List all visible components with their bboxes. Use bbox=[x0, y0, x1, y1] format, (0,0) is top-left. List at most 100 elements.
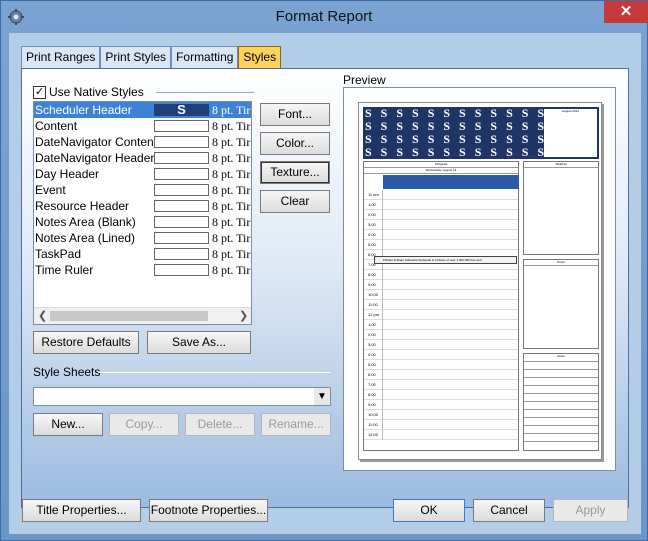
time-row: 7:00 bbox=[364, 380, 518, 390]
mini-calendar: August 2014 bbox=[544, 109, 597, 157]
time-row: 9:00 bbox=[364, 400, 518, 410]
tab-styles[interactable]: Styles bbox=[238, 46, 282, 68]
divider bbox=[156, 92, 254, 93]
footnote-properties-button[interactable]: Footnote Properties... bbox=[149, 499, 268, 522]
preview-label: Preview bbox=[343, 73, 386, 87]
time-row: 6:00 bbox=[364, 370, 518, 380]
checkbox-box[interactable]: ✓ bbox=[33, 85, 46, 99]
style-name: DateNavigator Content bbox=[35, 135, 158, 149]
style-row-day-header[interactable]: Day Header 8 pt. Tir bbox=[34, 166, 251, 182]
time-row: 10:00 bbox=[364, 410, 518, 420]
horizontal-scrollbar[interactable]: ❮ ❯ bbox=[34, 307, 251, 324]
time-row: 5:00 bbox=[364, 240, 518, 250]
style-swatch bbox=[154, 216, 209, 228]
style-font: 8 pt. Tir bbox=[212, 183, 251, 197]
preview-time-ruler: 11 am 1:00 2:00 3:00 4:00 5:00 6:00 7:00 8:00 9:0… bbox=[364, 190, 518, 450]
style-swatch bbox=[154, 184, 209, 196]
header-texture: S S S S S S S S S S S S S S S S S S S S … bbox=[365, 107, 575, 159]
tab-print-styles[interactable]: Print Styles bbox=[100, 46, 172, 68]
copy-style-sheet-button[interactable]: Copy... bbox=[109, 413, 179, 436]
time-row: 4:00 bbox=[364, 230, 518, 240]
tab-print-ranges[interactable]: Print Ranges bbox=[21, 46, 101, 68]
time-row: 2:00 bbox=[364, 210, 518, 220]
style-sheets-label: Style Sheets bbox=[33, 365, 101, 379]
divider bbox=[98, 372, 330, 373]
style-font: 8 pt. Tir bbox=[212, 231, 251, 245]
preview-notes-lined: Notes bbox=[523, 353, 599, 451]
new-style-sheet-button[interactable]: New... bbox=[33, 413, 103, 436]
time-row: 3:00 bbox=[364, 220, 518, 230]
style-swatch bbox=[154, 200, 209, 212]
close-button[interactable]: ✕ bbox=[604, 1, 648, 23]
tab-strip: Print Ranges Print Styles Formatting Sty… bbox=[21, 46, 282, 68]
scroll-right-icon[interactable]: ❯ bbox=[239, 309, 248, 322]
style-font: 8 pt. Tir bbox=[212, 103, 251, 117]
preview-page: S S S S S S S S S S S S S S S S S S S S … bbox=[358, 102, 602, 460]
preview-notes-blank: Notes bbox=[523, 259, 599, 349]
preview-scheduler-header: S S S S S S S S S S S S S S S S S S S S … bbox=[363, 107, 599, 159]
time-row: 3:00 bbox=[364, 340, 518, 350]
taskpad-title: TaskPad bbox=[524, 162, 598, 168]
time-row: 1:00 bbox=[364, 320, 518, 330]
notes-title: Notes bbox=[524, 260, 598, 266]
style-row-notes-area-lined[interactable]: Notes Area (Lined) 8 pt. Tir bbox=[34, 230, 251, 246]
style-font: 8 pt. Tir bbox=[212, 167, 251, 181]
apply-button[interactable]: Apply bbox=[553, 499, 628, 522]
scroll-thumb[interactable] bbox=[50, 311, 208, 321]
title-properties-button[interactable]: Title Properties... bbox=[22, 499, 141, 522]
time-row: 11:00 bbox=[364, 300, 518, 310]
style-swatch bbox=[154, 248, 209, 260]
rename-style-sheet-button[interactable]: Rename... bbox=[261, 413, 331, 436]
style-font: 8 pt. Tir bbox=[212, 119, 251, 133]
scroll-left-icon[interactable]: ❮ bbox=[38, 309, 47, 322]
clear-button[interactable]: Clear bbox=[260, 190, 330, 213]
save-as-button[interactable]: Save As... bbox=[147, 331, 251, 354]
style-font: 8 pt. Tir bbox=[212, 151, 251, 165]
style-font: 8 pt. Tir bbox=[212, 135, 251, 149]
preview-appointment: 8:00am-9:30am Softpedia Softpedia is a l… bbox=[374, 256, 517, 264]
chevron-down-icon[interactable]: ▼ bbox=[314, 388, 330, 405]
time-row: 1:00 bbox=[364, 200, 518, 210]
tab-formatting[interactable]: Formatting bbox=[171, 46, 239, 68]
font-button[interactable]: Font... bbox=[260, 103, 330, 126]
cancel-button[interactable]: Cancel bbox=[473, 499, 545, 522]
style-sheets-dropdown[interactable]: ▼ bbox=[33, 387, 331, 406]
style-list[interactable]: Scheduler Header S 8 pt. Tir Content 8 p… bbox=[33, 101, 252, 325]
style-swatch: S bbox=[154, 103, 209, 116]
style-font: 8 pt. Tir bbox=[212, 215, 251, 229]
dialog-body: Print Ranges Print Styles Formatting Sty… bbox=[9, 33, 641, 534]
styles-panel: ✓ Use Native Styles Scheduler Header S 8… bbox=[21, 68, 629, 508]
style-font: 8 pt. Tir bbox=[212, 263, 251, 277]
time-row: 8:00 bbox=[364, 270, 518, 280]
preview-day-column: Schpedia Wednesday, August 13 11 am 1:00 2… bbox=[363, 161, 519, 451]
style-row-event[interactable]: Event 8 pt. Tir bbox=[34, 182, 251, 198]
color-button[interactable]: Color... bbox=[260, 132, 330, 155]
style-name: Event bbox=[35, 183, 66, 197]
style-row-scheduler-header[interactable]: Scheduler Header S 8 pt. Tir bbox=[34, 102, 251, 118]
style-name: Scheduler Header bbox=[35, 103, 132, 117]
style-row-time-ruler[interactable]: Time Ruler 8 pt. Tir bbox=[34, 262, 251, 278]
use-native-styles-checkbox[interactable]: ✓ Use Native Styles bbox=[33, 85, 144, 99]
style-row-content[interactable]: Content 8 pt. Tir bbox=[34, 118, 251, 134]
title-bar[interactable]: Format Report ✕ bbox=[1, 1, 648, 33]
time-row: 10:00 bbox=[364, 290, 518, 300]
style-row-datenavigator-content[interactable]: DateNavigator Content 8 pt. Tir bbox=[34, 134, 251, 150]
time-row: 9:00 bbox=[364, 280, 518, 290]
style-font: 8 pt. Tir bbox=[212, 247, 251, 261]
style-row-taskpad[interactable]: TaskPad 8 pt. Tir bbox=[34, 246, 251, 262]
style-swatch bbox=[154, 120, 209, 132]
texture-button[interactable]: Texture... bbox=[260, 161, 330, 184]
preview-date-header: Wednesday, August 13 bbox=[364, 168, 518, 174]
style-name: Notes Area (Blank) bbox=[35, 215, 136, 229]
style-name: Resource Header bbox=[35, 199, 130, 213]
delete-style-sheet-button[interactable]: Delete... bbox=[185, 413, 255, 436]
time-row: 5:00 bbox=[364, 360, 518, 370]
restore-defaults-button[interactable]: Restore Defaults bbox=[33, 331, 139, 354]
ok-button[interactable]: OK bbox=[393, 499, 465, 522]
time-row: 4:00 bbox=[364, 350, 518, 360]
preview-all-day-band bbox=[383, 175, 519, 189]
style-row-resource-header[interactable]: Resource Header 8 pt. Tir bbox=[34, 198, 251, 214]
mini-calendar-title: August 2014 bbox=[562, 109, 579, 113]
style-row-notes-area-blank[interactable]: Notes Area (Blank) 8 pt. Tir bbox=[34, 214, 251, 230]
style-row-datenavigator-header[interactable]: DateNavigator Header 8 pt. Tir bbox=[34, 150, 251, 166]
